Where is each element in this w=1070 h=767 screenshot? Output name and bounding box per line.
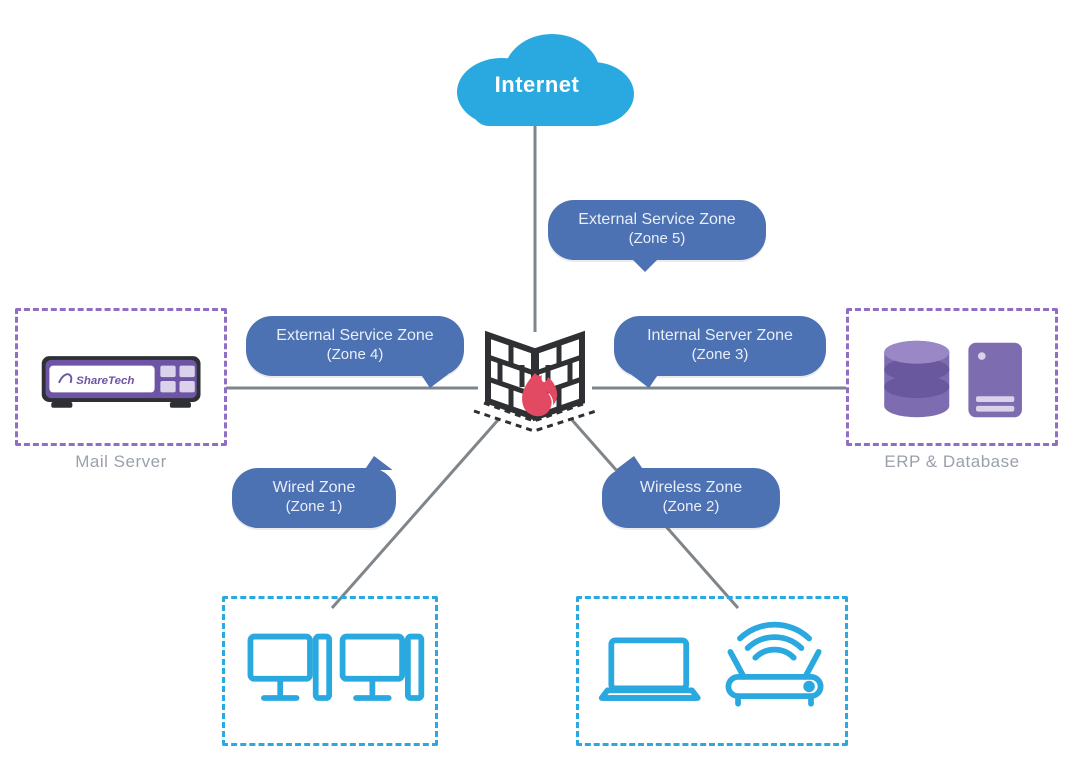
zone2-line2: (Zone 2) [620,498,762,517]
desktop-pair-icon [228,602,438,746]
zone5-line2: (Zone 5) [566,230,748,249]
laptop-router-icon [582,602,848,746]
zone2-line1: Wireless Zone [640,479,742,496]
internet-cloud: Internet [432,22,642,132]
wired-zone-box [222,596,438,746]
wireless-zone-box [576,596,848,746]
network-diagram: Internet [0,0,1070,767]
zone4-line2: (Zone 4) [264,346,446,365]
mail-server-caption: Mail Server [15,452,227,472]
firewall-icon [470,325,600,435]
zone1-line2: (Zone 1) [250,498,378,517]
zone3-line1: Internal Server Zone [647,327,793,344]
zone3-line2: (Zone 3) [632,346,808,365]
svg-text:ShareTech: ShareTech [76,375,134,387]
mail-server-appliance-icon: ShareTech [21,314,227,446]
internet-label: Internet [432,72,642,98]
zone2-label: Wireless Zone (Zone 2) [602,468,780,528]
erp-db-caption: ERP & Database [846,452,1058,472]
zone5-label: External Service Zone (Zone 5) [548,200,766,260]
zone1-line1: Wired Zone [273,479,356,496]
database-server-icon [852,314,1058,446]
erp-db-box [846,308,1058,446]
zone5-line1: External Service Zone [578,211,735,228]
zone4-label: External Service Zone (Zone 4) [246,316,464,376]
zone4-line1: External Service Zone [276,327,433,344]
zone3-label: Internal Server Zone (Zone 3) [614,316,826,376]
zone1-label: Wired Zone (Zone 1) [232,468,396,528]
mail-server-box: ShareTech [15,308,227,446]
